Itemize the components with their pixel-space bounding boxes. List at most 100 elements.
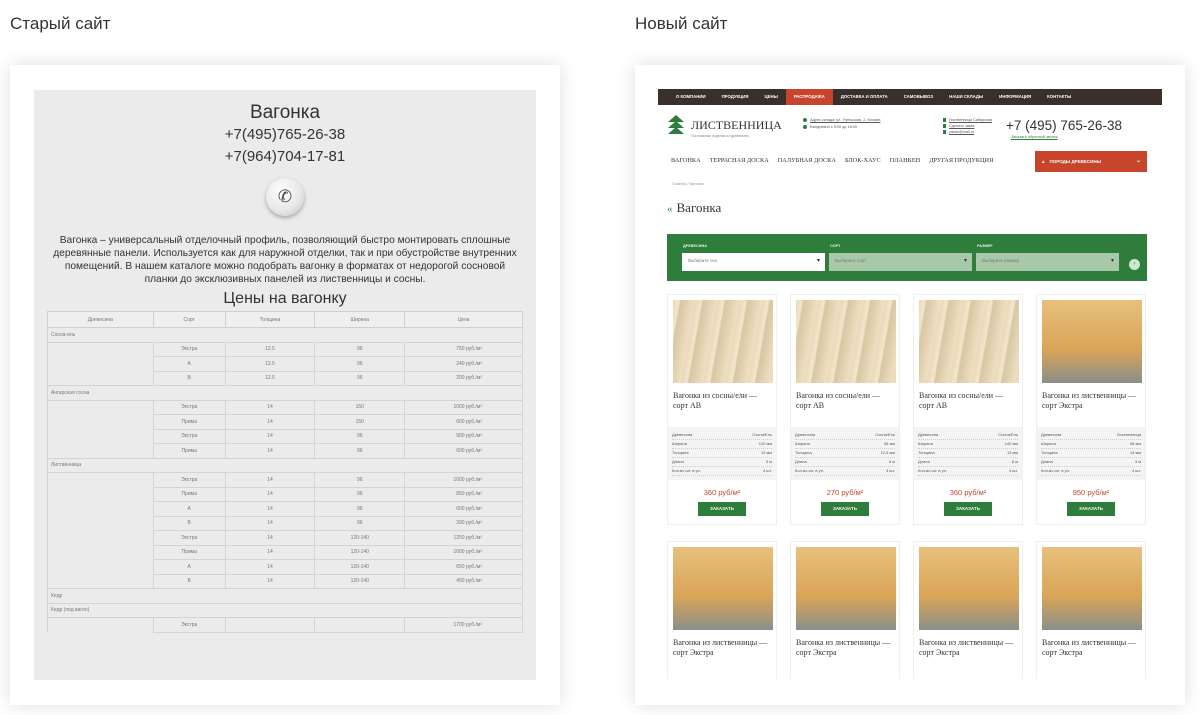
- top-nav-item[interactable]: РАСПРОДАЖА: [785, 89, 833, 105]
- table-cell-thickness: 14: [224, 544, 316, 560]
- product-title[interactable]: Вагонка из лиственницы — сорт Экстра: [919, 638, 1017, 672]
- product-price: 360 руб/м²: [949, 488, 987, 497]
- order-button[interactable]: ЗАКАЗАТЬ: [944, 502, 992, 516]
- callback-link[interactable]: Заказать обратный звонок: [1011, 135, 1058, 139]
- filter-submit-button[interactable]: ›: [1129, 259, 1140, 270]
- product-title[interactable]: Вагонка из сосны/ели — сорт АВ: [796, 391, 894, 425]
- product-image[interactable]: [919, 300, 1019, 383]
- product-image[interactable]: [796, 300, 896, 383]
- spec-label: Толщина: [918, 450, 935, 455]
- table-row: Прима 14 96 850 руб./м²: [47, 486, 523, 502]
- spec-label: Древесина: [1041, 432, 1062, 437]
- order-button[interactable]: ЗАКАЗАТЬ: [1067, 502, 1115, 516]
- old-description: Вагонка – универсальный отделочный профи…: [53, 235, 517, 285]
- product-title[interactable]: Вагонка из лиственницы — сорт Экстра: [796, 638, 894, 672]
- category-nav-item[interactable]: ПАЛУБНАЯ ДОСКА: [778, 157, 836, 164]
- category-nav-item[interactable]: БЛОК-ХАУС: [845, 157, 881, 164]
- old-phone-1[interactable]: +7(495)765-26-38: [34, 124, 536, 146]
- header-link-3[interactable]: zakaz@mail.ru: [949, 130, 974, 134]
- dropdown-arrow-icon: ▾: [1110, 258, 1114, 264]
- address-link[interactable]: Адрес склада: ул. Угрешская, 2, Москва: [810, 118, 880, 122]
- call-button[interactable]: ✆: [266, 178, 304, 216]
- table-cell-empty: [47, 487, 154, 502]
- category-nav-item[interactable]: ВАГОНКА: [671, 157, 701, 164]
- product-card[interactable]: Вагонка из лиственницы — сорт Экстра: [913, 541, 1023, 679]
- product-image[interactable]: [919, 547, 1019, 630]
- header-link-2[interactable]: Сделать заказ: [949, 124, 974, 128]
- tree-logo-icon[interactable]: [668, 115, 684, 137]
- table-cell-thickness: 12.5: [224, 370, 316, 386]
- table-cell-empty: [47, 371, 154, 386]
- old-phone-2[interactable]: +7(964)704-17-81: [34, 146, 536, 168]
- table-cell-sort: Экстра: [152, 399, 226, 415]
- product-price: 950 руб/м²: [1072, 488, 1110, 497]
- product-card[interactable]: Вагонка из сосны/ели — сорт АВ Древесина С…: [790, 294, 900, 525]
- top-nav-item[interactable]: САМОВЫВОЗ: [896, 89, 941, 105]
- breadcrumb[interactable]: Главная / Вагонка: [672, 182, 1162, 190]
- top-nav-item[interactable]: НАШИ СКЛАДЫ: [941, 89, 991, 105]
- top-nav-item[interactable]: ИНФОРМАЦИЯ: [991, 89, 1039, 105]
- product-image[interactable]: [673, 300, 773, 383]
- spec-row: Длина 3 м: [1041, 458, 1141, 467]
- category-nav-item[interactable]: ПЛАНКЕН: [890, 157, 921, 164]
- table-cell-price: 1250 руб./м²: [404, 530, 523, 546]
- table-row: А 12.5 96 240 руб./м²: [47, 356, 523, 372]
- product-image[interactable]: [1042, 300, 1142, 383]
- table-cell-width: 96: [314, 356, 406, 372]
- product-card[interactable]: Вагонка из сосны/ели — сорт АВ Древесина С…: [913, 294, 1023, 525]
- page-title: «Вагонка: [667, 200, 722, 215]
- header-links: Лиственница Сибирская Сделать заказ zaka…: [943, 117, 992, 135]
- product-image[interactable]: [796, 547, 896, 630]
- table-cell-empty: [47, 559, 154, 574]
- product-image[interactable]: [673, 547, 773, 630]
- dropdown-arrow-icon: ▾: [816, 258, 820, 264]
- wood-select[interactable]: Выберите сел ▾: [682, 253, 825, 271]
- top-nav-item[interactable]: ДОСТАВКА И ОПЛАТА: [833, 89, 896, 105]
- category-nav: ВАГОНКА ТЕРРАСНАЯ ДОСКА ПАЛУБНАЯ ДОСКА БЛОК…: [658, 149, 1162, 175]
- wood-types-button[interactable]: ▲ ПОРОДЫ ДРЕВЕСИНЫ ⌄: [1035, 151, 1147, 172]
- table-cell-price: 650 руб./м²: [404, 559, 523, 575]
- header-link-1[interactable]: Лиственница Сибирская: [949, 118, 992, 122]
- logo-text[interactable]: ЛИСТВЕННИЦА: [691, 118, 782, 133]
- spec-label: Длина: [795, 459, 807, 464]
- product-image[interactable]: [1042, 547, 1142, 630]
- spec-value: 4 шт.: [885, 468, 895, 473]
- product-title[interactable]: Вагонка из сосны/ели — сорт АВ: [919, 391, 1017, 425]
- category-nav-item[interactable]: ТЕРРАСНАЯ ДОСКА: [710, 157, 769, 164]
- product-title[interactable]: Вагонка из лиственницы — сорт Экстра: [673, 638, 771, 672]
- top-nav-item[interactable]: ПРОДУКЦИЯ: [714, 89, 757, 105]
- table-cell-sort: Прима: [152, 544, 226, 560]
- product-card[interactable]: Вагонка из сосны/ели — сорт АВ Древесина С…: [667, 294, 777, 525]
- spec-value: 12,5 мм: [880, 450, 895, 455]
- product-title[interactable]: Вагонка из лиственницы — сорт Экстра: [1042, 391, 1140, 425]
- spec-label: Толщина: [1041, 450, 1058, 455]
- doc-icon: [943, 118, 946, 122]
- product-card[interactable]: Вагонка из лиственницы — сорт Экстра: [790, 541, 900, 679]
- top-nav-item[interactable]: КОНТАКТЫ: [1039, 89, 1079, 105]
- product-card[interactable]: Вагонка из лиственницы — сорт Экстра: [1036, 541, 1146, 679]
- double-chevron-left-icon: «: [667, 203, 673, 215]
- old-page-title: Вагонка: [249, 102, 321, 123]
- size-select[interactable]: Выберите размер ▾: [976, 253, 1119, 271]
- table-cell-empty: [47, 472, 154, 487]
- table-row: Экстра 14 96 900 руб./м²: [47, 428, 523, 444]
- category-nav-item[interactable]: ДРУГАЯ ПРОДУКЦИЯ: [929, 157, 993, 164]
- order-button[interactable]: ЗАКАЗАТЬ: [698, 502, 746, 516]
- table-cell-thickness: 14: [224, 501, 316, 517]
- header-phone[interactable]: +7 (495) 765-26-38: [1006, 118, 1122, 133]
- product-title[interactable]: Вагонка из сосны/ели — сорт АВ: [673, 391, 771, 425]
- order-button[interactable]: ЗАКАЗАТЬ: [821, 502, 869, 516]
- doc-icon: [943, 124, 946, 128]
- table-cell-thickness: 14: [224, 515, 316, 531]
- product-card[interactable]: Вагонка из лиственницы — сорт Экстра: [667, 541, 777, 679]
- spec-value: 3 м: [1134, 459, 1141, 464]
- table-cell-sort: Экстра: [152, 472, 226, 488]
- spec-value: 4 шт.: [1008, 468, 1018, 473]
- top-nav-item[interactable]: О КОМПАНИИ: [668, 89, 714, 105]
- product-title[interactable]: Вагонка из лиственницы — сорт Экстра: [1042, 638, 1140, 672]
- sort-select[interactable]: Выберите сорт ▾: [829, 253, 972, 271]
- table-group-label: Лиственница: [47, 457, 523, 473]
- top-nav-item[interactable]: ЦЕНЫ: [756, 89, 785, 105]
- spec-value: 96 мм: [1129, 441, 1141, 446]
- product-card[interactable]: Вагонка из лиственницы — сорт Экстра Древ…: [1036, 294, 1146, 525]
